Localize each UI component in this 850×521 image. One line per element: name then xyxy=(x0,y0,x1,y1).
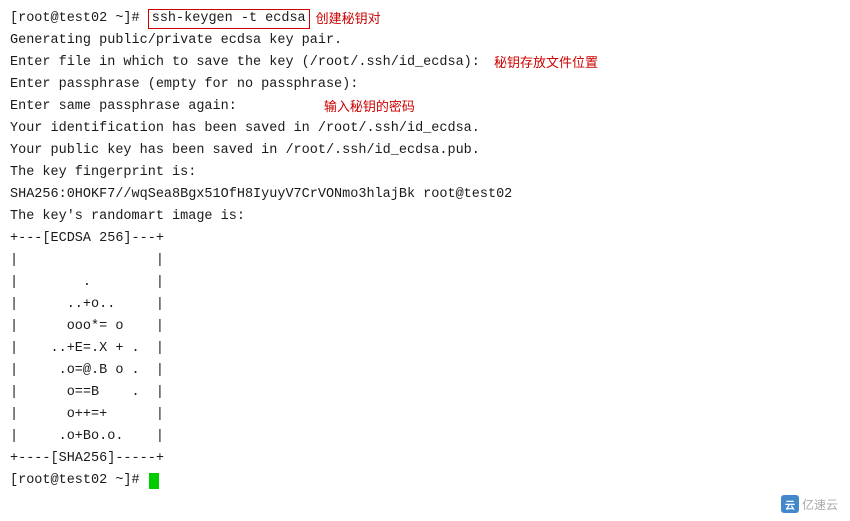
line-4: Enter passphrase (empty for no passphras… xyxy=(10,74,840,96)
line-art-top: +---[ECDSA 256]---+ xyxy=(10,228,840,250)
watermark-text: 亿速云 xyxy=(802,496,838,513)
text-generating: Generating public/private ecdsa key pair… xyxy=(10,30,342,52)
text-passphrase: Enter passphrase (empty for no passphras… xyxy=(10,74,358,96)
text-same-passphrase: Enter same passphrase again: xyxy=(10,96,318,118)
line-final-prompt: [root@test02 ~]# xyxy=(10,470,840,492)
line-art-8: | o++=+ | xyxy=(10,404,840,426)
prompt-1: [root@test02 ~]# xyxy=(10,8,148,30)
terminal-window: [root@test02 ~]# ssh-keygen -t ecdsa 创建秘钥… xyxy=(0,0,850,521)
line-7: Your public key has been saved in /root/… xyxy=(10,140,840,162)
line-art-2: | . | xyxy=(10,272,840,294)
text-fingerprint-label: The key fingerprint is: xyxy=(10,162,196,184)
line-art-5: | ..+E=.X + . | xyxy=(10,338,840,360)
watermark: 云 亿速云 xyxy=(781,495,838,513)
cursor xyxy=(149,473,159,489)
line-10: The key's randomart image is: xyxy=(10,206,840,228)
annotation-create-key: 创建秘钥对 xyxy=(316,8,381,30)
text-id-saved: Your identification has been saved in /r… xyxy=(10,118,480,140)
line-1: [root@test02 ~]# ssh-keygen -t ecdsa 创建秘钥… xyxy=(10,8,840,30)
text-pubkey-saved: Your public key has been saved in /root/… xyxy=(10,140,480,162)
text-enter-file: Enter file in which to save the key (/ro… xyxy=(10,52,488,74)
line-9: SHA256:0HOKF7//wqSea8Bgx51OfH8IyuyV7CrVO… xyxy=(10,184,840,206)
line-art-bottom: +----[SHA256]-----+ xyxy=(10,448,840,470)
line-art-7: | o==B . | xyxy=(10,382,840,404)
line-3: Enter file in which to save the key (/ro… xyxy=(10,52,840,74)
line-art-9: | .o+Bo.o. | xyxy=(10,426,840,448)
line-8: The key fingerprint is: xyxy=(10,162,840,184)
line-art-6: | .o=@.B o . | xyxy=(10,360,840,382)
line-art-1: | | xyxy=(10,250,840,272)
annotation-input-password: 输入秘钥的密码 xyxy=(324,96,415,118)
line-2: Generating public/private ecdsa key pair… xyxy=(10,30,840,52)
final-prompt: [root@test02 ~]# xyxy=(10,470,148,492)
line-6: Your identification has been saved in /r… xyxy=(10,118,840,140)
text-randomart-label: The key's randomart image is: xyxy=(10,206,245,228)
line-5: Enter same passphrase again: 输入秘钥的密码 xyxy=(10,96,840,118)
annotation-key-location: 秘钥存放文件位置 xyxy=(494,52,598,74)
watermark-logo: 云 xyxy=(781,495,799,513)
command-box: ssh-keygen -t ecdsa xyxy=(148,9,310,29)
line-art-3: | ..+o.. | xyxy=(10,294,840,316)
text-sha256: SHA256:0HOKF7//wqSea8Bgx51OfH8IyuyV7CrVO… xyxy=(10,184,512,206)
line-art-4: | ooo*= o | xyxy=(10,316,840,338)
